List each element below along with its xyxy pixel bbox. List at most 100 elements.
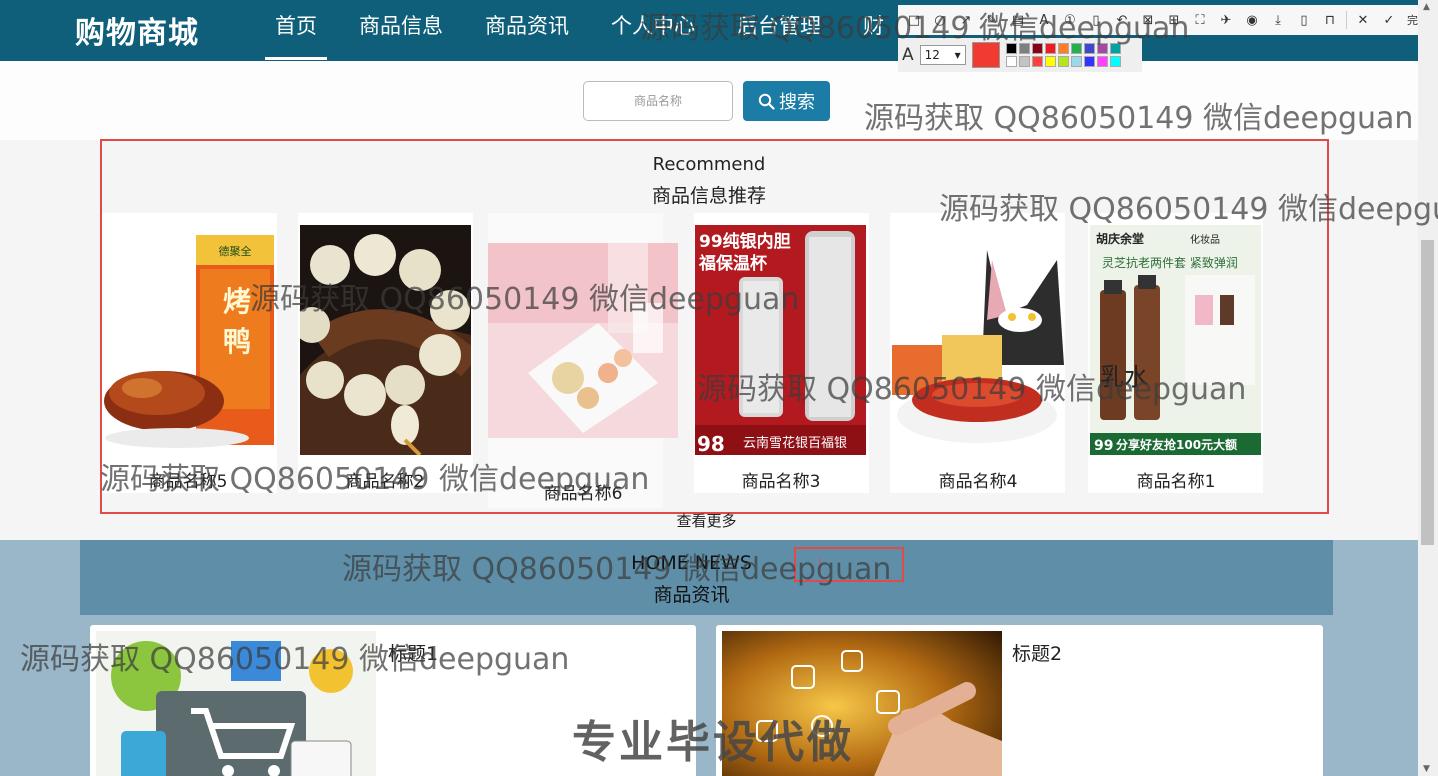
- product-card[interactable]: 胡庆余堂 化妆品 灵芝抗老两件套 紧致弹润 乳水 99 分享好友抢100元大额 …: [1088, 213, 1263, 493]
- news-card[interactable]: 标题1: [90, 625, 696, 776]
- font-size-select[interactable]: 12 ▾: [919, 45, 966, 65]
- svg-text:胡庆余堂: 胡庆余堂: [1096, 231, 1144, 246]
- svg-text:云南雪花银百福银: 云南雪花银百福银: [743, 435, 847, 451]
- font-size-value: 12: [924, 48, 940, 62]
- site-logo[interactable]: 购物商城: [75, 8, 199, 52]
- svg-text:福保温杯: 福保温杯: [698, 253, 767, 274]
- search-icon: [758, 93, 775, 110]
- svg-text:灵芝抗老两件套 紧致弹润: 灵芝抗老两件套 紧致弹润: [1102, 255, 1238, 270]
- nav-admin[interactable]: 后台管理: [727, 0, 831, 61]
- product-card[interactable]: 德聚全 烤 鸭 商品名称5: [102, 213, 277, 493]
- color-swatch[interactable]: [1005, 56, 1017, 67]
- product-image: 德聚全 烤 鸭: [102, 233, 277, 448]
- color-swatch[interactable]: [1070, 56, 1082, 67]
- nav-home[interactable]: 首页: [265, 0, 327, 61]
- product-image: 99纯银内胆 福保温杯 98 云南雪花银百福银: [695, 225, 866, 455]
- number-tool-icon[interactable]: ①: [1060, 10, 1080, 30]
- color-swatch[interactable]: [1057, 56, 1069, 67]
- product-card[interactable]: 商品名称2: [298, 213, 473, 493]
- product-name[interactable]: 商品名称3: [681, 467, 881, 492]
- close-icon[interactable]: ✕: [1353, 10, 1373, 30]
- product-image: [300, 225, 471, 455]
- color-swatch[interactable]: [1005, 43, 1017, 54]
- nav-products[interactable]: 商品信息: [349, 0, 453, 61]
- product-name[interactable]: 商品名称4: [878, 467, 1078, 492]
- text-cursor: |: [818, 557, 823, 571]
- color-swatch[interactable]: [1018, 43, 1030, 54]
- search-button[interactable]: 搜索: [743, 81, 830, 121]
- rectangle-tool-icon[interactable]: □: [904, 10, 924, 30]
- color-swatch[interactable]: [1070, 43, 1082, 54]
- color-palette: [1005, 43, 1121, 67]
- product-image: [892, 225, 1064, 455]
- product-image: 胡庆余堂 化妆品 灵芝抗老两件套 紧致弹润 乳水 99 分享好友抢100元大额: [1090, 225, 1261, 455]
- nav-news[interactable]: 商品资讯: [475, 0, 579, 61]
- font-icon: A: [902, 45, 914, 65]
- expand-icon[interactable]: ⛶: [1190, 10, 1210, 30]
- color-swatch[interactable]: [1109, 43, 1121, 54]
- color-swatch[interactable]: [1096, 43, 1108, 54]
- scroll-down-icon[interactable]: ▼: [1423, 764, 1430, 774]
- recommend-title-en: Recommend: [652, 154, 766, 175]
- color-swatch[interactable]: [1109, 56, 1121, 67]
- chevron-down-icon: ▾: [954, 48, 961, 62]
- nav-profile[interactable]: 个人中心: [601, 0, 705, 61]
- color-swatch[interactable]: [1031, 43, 1043, 54]
- color-swatch[interactable]: [1096, 56, 1108, 67]
- main-nav: 首页 商品信息 商品资讯 个人中心 后台管理 财: [265, 0, 916, 61]
- undo-icon[interactable]: ↶: [1112, 10, 1132, 30]
- news-image: [96, 631, 376, 776]
- product-name[interactable]: 商品名称1: [1076, 467, 1276, 492]
- svg-text:98: 98: [697, 432, 725, 455]
- scroll-thumb[interactable]: [1421, 240, 1434, 545]
- annotation-text-box[interactable]: [794, 547, 904, 582]
- product-name[interactable]: 商品名称6: [483, 479, 683, 504]
- pen-tool-icon[interactable]: ✎: [982, 10, 1002, 30]
- see-more-link[interactable]: 查看更多: [0, 510, 1413, 531]
- record-icon[interactable]: ◉: [1242, 10, 1262, 30]
- color-swatch[interactable]: [1031, 56, 1043, 67]
- search-input[interactable]: 商品名称: [583, 81, 733, 121]
- check-icon[interactable]: ✓: [1379, 10, 1399, 30]
- news-title[interactable]: 标题2: [1012, 639, 1062, 666]
- color-swatch[interactable]: [1083, 43, 1095, 54]
- color-swatch[interactable]: [1057, 43, 1069, 54]
- product-name[interactable]: 商品名称2: [285, 467, 485, 492]
- color-swatch[interactable]: [1044, 56, 1056, 67]
- news-title-cn: 商品资讯: [653, 584, 730, 606]
- mosaic-tool-icon[interactable]: ▤: [1008, 10, 1028, 30]
- color-swatch[interactable]: [1083, 56, 1095, 67]
- product-card[interactable]: 99纯银内胆 福保温杯 98 云南雪花银百福银 商品名称3: [694, 213, 869, 493]
- nav-more[interactable]: 财: [853, 0, 894, 61]
- translate-icon[interactable]: ⊞: [1164, 10, 1184, 30]
- news-title-en: HOME NEWS: [631, 552, 752, 574]
- product-card[interactable]: 商品名称4: [890, 213, 1065, 493]
- svg-text:乳水: 乳水: [1100, 363, 1148, 391]
- highlighter-tool-icon[interactable]: ▯: [1086, 10, 1106, 30]
- scrollbar[interactable]: ▲ ▼: [1418, 0, 1438, 776]
- news-title[interactable]: 标题1: [388, 639, 438, 666]
- color-swatch[interactable]: [1018, 56, 1030, 67]
- recommend-title-cn: 商品信息推荐: [651, 185, 766, 207]
- phone-icon[interactable]: ▯: [1294, 10, 1314, 30]
- svg-text:99纯银内胆: 99纯银内胆: [699, 231, 791, 252]
- arrow-tool-icon[interactable]: ↗: [956, 10, 976, 30]
- pin-icon[interactable]: ✈: [1216, 10, 1236, 30]
- ocr-icon[interactable]: ⊠: [1138, 10, 1158, 30]
- product-name[interactable]: 商品名称5: [88, 467, 288, 492]
- text-tool-icon[interactable]: A: [1034, 10, 1054, 30]
- color-swatch[interactable]: [1044, 43, 1056, 54]
- scroll-up-icon[interactable]: ▲: [1423, 2, 1430, 12]
- current-color-swatch[interactable]: [971, 42, 1000, 68]
- product-card[interactable]: 商品名称6: [488, 213, 678, 508]
- ellipse-tool-icon[interactable]: ○: [930, 10, 950, 30]
- bookmark-icon[interactable]: ⊓: [1320, 10, 1340, 30]
- svg-text:化妆品: 化妆品: [1190, 233, 1220, 246]
- svg-text:烤: 烤: [223, 285, 251, 318]
- svg-text:鸭: 鸭: [223, 325, 251, 358]
- news-card[interactable]: 标题2: [716, 625, 1323, 776]
- download-icon[interactable]: ⤓: [1268, 10, 1288, 30]
- svg-text:分享好友抢100元大额: 分享好友抢100元大额: [1116, 437, 1237, 452]
- news-image: [722, 631, 1002, 776]
- svg-text:99: 99: [1094, 438, 1113, 454]
